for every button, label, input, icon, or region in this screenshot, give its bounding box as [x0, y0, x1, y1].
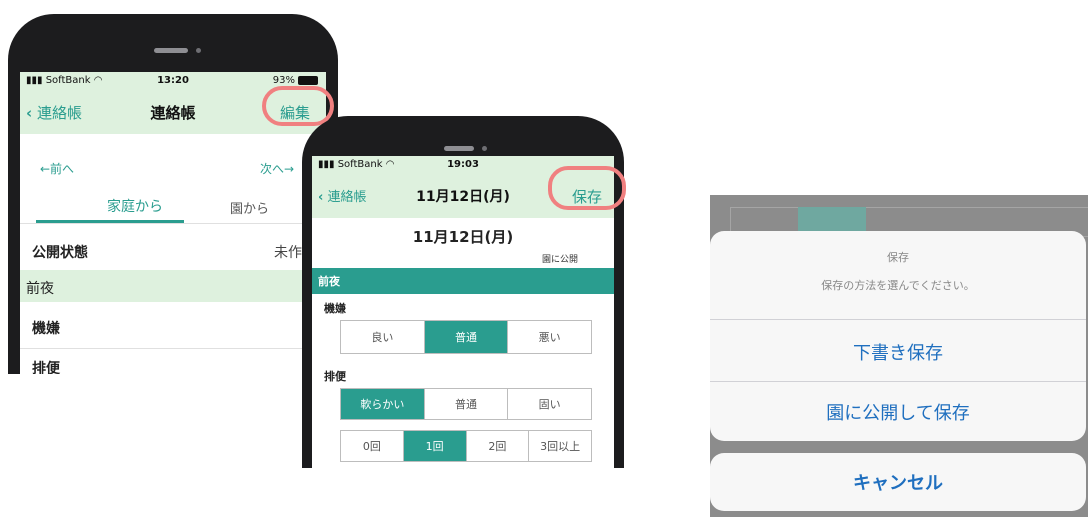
count-option[interactable]: 2回	[467, 431, 530, 461]
divider	[20, 348, 326, 349]
mood-option[interactable]: 良い	[341, 321, 425, 353]
cancel-sheet: キャンセル	[710, 453, 1086, 511]
publish-and-save-button[interactable]: 園に公開して保存	[710, 399, 1086, 425]
count-option[interactable]: 1回	[403, 431, 467, 461]
battery-icon	[298, 75, 318, 85]
field-bowel: 排便	[32, 361, 60, 374]
action-sheet-subtitle: 保存の方法を選んでください。	[821, 279, 975, 292]
speaker	[154, 48, 188, 53]
cancel-button[interactable]: キャンセル	[710, 469, 1086, 495]
texture-option[interactable]: 固い	[508, 389, 591, 419]
camera	[196, 48, 201, 53]
mood-label: 機嫌	[324, 302, 346, 315]
section-label: 前夜	[26, 281, 54, 297]
save-highlight	[548, 166, 626, 210]
mood-option[interactable]: 悪い	[508, 321, 591, 353]
phone-1: ▮▮▮ SoftBank ◠ 13:20 93% ‹ 連絡帳 連絡帳 編集 ←前…	[8, 14, 338, 374]
texture-option[interactable]: 普通	[425, 389, 509, 419]
save-draft-button[interactable]: 下書き保存	[710, 339, 1086, 365]
date-heading: 11月12日(月)	[412, 228, 514, 246]
publish-note: 園に公開	[542, 255, 579, 265]
divider	[710, 381, 1086, 382]
texture-option[interactable]: 軟らかい	[341, 389, 425, 419]
battery-indicator: 93%	[273, 75, 318, 86]
field-mood: 機嫌	[32, 321, 60, 337]
mood-option[interactable]: 普通	[424, 321, 509, 353]
bowel-count-selector: 0回 1回 2回 3回以上	[340, 430, 592, 462]
divider	[710, 319, 1086, 320]
tab-home[interactable]: 家庭から	[80, 196, 190, 216]
section-label: 前夜	[318, 275, 340, 288]
count-option[interactable]: 0回	[341, 431, 404, 461]
divider	[20, 223, 326, 224]
count-option[interactable]: 3回以上	[529, 431, 591, 461]
mood-selector: 良い 普通 悪い	[340, 320, 592, 354]
bowel-texture-selector: 軟らかい 普通 固い	[340, 388, 592, 420]
action-sheet-backdrop: 保存 保存の方法を選んでください。 下書き保存 園に公開して保存 キャンセル	[710, 195, 1088, 517]
edit-highlight	[262, 86, 334, 126]
action-sheet-title: 保存	[887, 251, 909, 264]
speaker	[444, 146, 474, 151]
camera	[482, 146, 487, 151]
action-sheet: 保存 保存の方法を選んでください。 下書き保存 園に公開して保存	[710, 231, 1086, 441]
bowel-label: 排便	[324, 370, 346, 383]
